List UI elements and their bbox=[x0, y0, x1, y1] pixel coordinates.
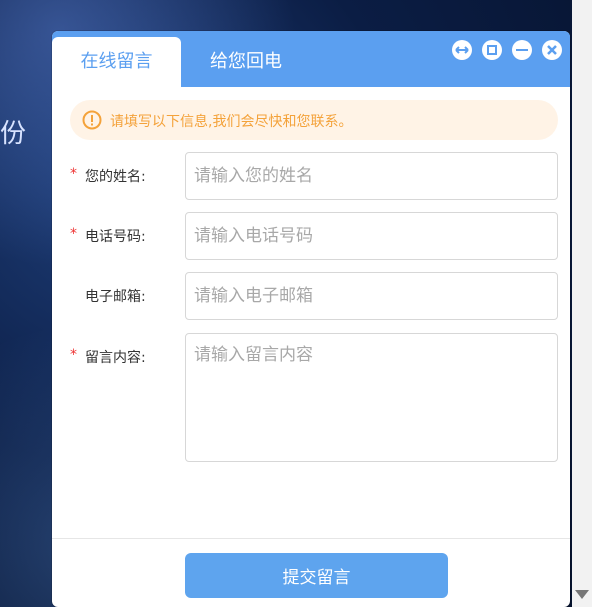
notice-text: 请填写以下信息,我们会尽快和您联系。 bbox=[110, 114, 353, 130]
page-scrollbar[interactable] bbox=[572, 0, 592, 607]
name-label: 您的姓名: bbox=[85, 169, 146, 185]
dialog-header: 在线留言 给您回电 bbox=[52, 31, 570, 87]
email-row: 电子邮箱: bbox=[52, 272, 570, 320]
footer-divider bbox=[52, 538, 570, 539]
background-partial-text: 份 bbox=[0, 119, 27, 149]
email-input[interactable] bbox=[185, 272, 558, 320]
message-dialog: 在线留言 给您回电 请填写以下信息,我们会尽快和您联系。 * 您的姓名: 请输入… bbox=[52, 31, 570, 607]
submit-button[interactable]: 提交留言 bbox=[185, 553, 448, 598]
required-mark: * bbox=[70, 166, 77, 182]
tab-callback[interactable]: 给您回电 bbox=[181, 37, 311, 87]
tab-online-message[interactable]: 在线留言 bbox=[52, 37, 181, 87]
email-label: 电子邮箱: bbox=[85, 289, 146, 305]
warning-icon bbox=[82, 110, 102, 130]
close-icon[interactable] bbox=[542, 40, 562, 60]
notice-bar: 请填写以下信息,我们会尽快和您联系。 bbox=[70, 100, 558, 140]
scroll-down-arrow-icon[interactable] bbox=[575, 590, 589, 599]
message-row: * 留言内容: bbox=[52, 333, 570, 462]
message-textarea[interactable] bbox=[185, 333, 558, 462]
phone-label: 电话号码: bbox=[85, 229, 146, 245]
phone-row: * 电话号码: bbox=[52, 212, 570, 260]
phone-input[interactable] bbox=[185, 212, 558, 260]
name-input[interactable] bbox=[185, 152, 558, 200]
message-label: 留言内容: bbox=[85, 350, 146, 366]
minimize-icon[interactable] bbox=[512, 40, 532, 60]
maximize-icon[interactable] bbox=[482, 40, 502, 60]
name-row: * 您的姓名: bbox=[52, 152, 570, 200]
required-mark: * bbox=[70, 347, 77, 363]
required-mark: * bbox=[70, 226, 77, 242]
restore-icon[interactable] bbox=[452, 40, 472, 60]
